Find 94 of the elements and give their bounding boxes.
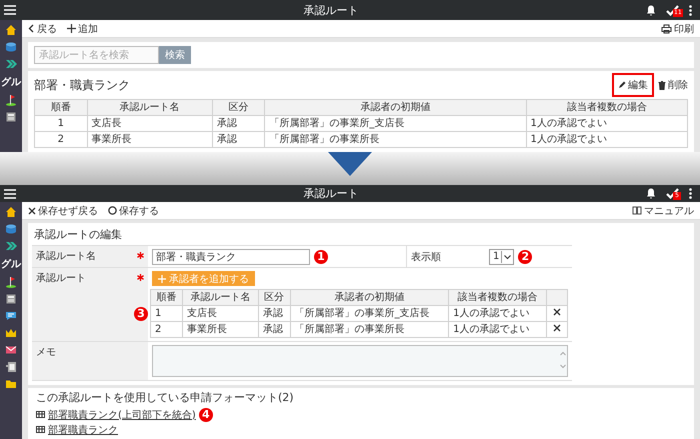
book-icon xyxy=(632,206,642,215)
document-icon[interactable] xyxy=(5,361,17,373)
home-icon[interactable] xyxy=(5,206,17,218)
more-icon[interactable] xyxy=(689,188,692,199)
table-cell: 支店長 xyxy=(87,116,212,132)
print-button[interactable]: 印刷 xyxy=(661,22,694,36)
column-header: 区分 xyxy=(212,100,265,116)
column-header: 順番 xyxy=(150,290,182,306)
edit-button[interactable]: 編集 xyxy=(612,73,654,97)
field-label: 承認ルート xyxy=(36,272,86,285)
column-header: 承認者の初期値 xyxy=(290,290,449,306)
printer-icon xyxy=(661,24,672,34)
calculator-icon[interactable] xyxy=(5,111,17,123)
menu-icon[interactable] xyxy=(4,188,16,198)
plus-icon xyxy=(67,24,76,33)
table-cell: 1人の承認でよい xyxy=(448,306,546,322)
table-cell: 2 xyxy=(150,322,182,338)
table-icon xyxy=(36,411,45,418)
trash-icon xyxy=(658,80,666,90)
page-title: 承認ルート xyxy=(302,186,360,201)
formats-heading: この承認ルートを使用している申請フォーマット(2) xyxy=(36,390,295,405)
format-link[interactable]: 部署職責ランク xyxy=(48,422,118,436)
table-cell: 承認 xyxy=(258,322,290,338)
menu-icon[interactable] xyxy=(4,5,16,15)
page-title: 承認ルート xyxy=(302,2,360,18)
field-label: メモ xyxy=(36,346,56,359)
callout-number: 1 xyxy=(314,250,328,264)
discard-button[interactable]: 保存せず戻る xyxy=(28,204,98,218)
route-name-field[interactable]: 部署・職責ランク xyxy=(152,248,310,264)
delete-button[interactable]: 削除 xyxy=(658,78,688,92)
more-icon[interactable] xyxy=(689,4,692,16)
column-header: 区分 xyxy=(258,290,290,306)
chat-icon[interactable] xyxy=(5,310,17,322)
home-icon[interactable] xyxy=(5,24,17,36)
pencil-icon xyxy=(618,81,626,89)
table-icon xyxy=(36,426,45,433)
table-cell: 支店長 xyxy=(182,306,258,322)
circle-icon xyxy=(108,206,117,215)
table-cell: 1人の承認でよい xyxy=(526,116,688,132)
column-header: 承認ルート名 xyxy=(182,290,258,306)
bell-icon[interactable] xyxy=(646,4,656,16)
close-icon xyxy=(28,206,36,214)
table-cell: 1人の承認でよい xyxy=(448,322,546,338)
table-cell: 「所属部署」の事業所_支店長 xyxy=(290,306,449,322)
memo-field[interactable] xyxy=(152,345,568,377)
column-header: 承認者の初期値 xyxy=(264,100,526,116)
table-cell: 1 xyxy=(34,116,88,132)
sidebar-label[interactable]: グル xyxy=(1,257,21,271)
format-link[interactable]: 部署職責ランク(上司部下を統合) xyxy=(48,408,196,422)
flag-icon[interactable] xyxy=(5,276,17,288)
column-header: 順番 xyxy=(34,100,88,116)
database-icon[interactable] xyxy=(5,223,17,235)
callout-number: 4 xyxy=(198,408,213,422)
table-cell: 「所属部署」の事業所_支店長 xyxy=(264,116,526,132)
table-cell: 2 xyxy=(34,132,88,148)
add-button[interactable]: 追加 xyxy=(67,22,98,36)
form-title: 承認ルートの編集 xyxy=(33,227,123,243)
folder-icon[interactable] xyxy=(5,378,17,390)
back-button[interactable]: 戻る xyxy=(28,22,57,36)
column-header: 該当者複数の場合 xyxy=(448,290,546,306)
order-select[interactable]: 1 xyxy=(489,248,514,264)
table-cell: 1人の承認でよい xyxy=(526,132,688,148)
manual-button[interactable]: マニュアル xyxy=(632,204,694,218)
flag-icon[interactable] xyxy=(5,94,17,106)
chevrons-icon[interactable] xyxy=(5,58,17,70)
field-label: 承認ルート名 xyxy=(36,250,96,263)
checkmark-icon[interactable] xyxy=(666,188,679,199)
table-cell: 承認 xyxy=(212,116,265,132)
caret-icon xyxy=(501,250,514,262)
database-icon[interactable] xyxy=(5,41,17,53)
crown-icon[interactable] xyxy=(5,327,17,339)
column-header: 承認ルート名 xyxy=(87,100,212,116)
mail-icon[interactable] xyxy=(5,344,17,356)
calculator-icon[interactable] xyxy=(5,293,17,305)
chevrons-icon[interactable] xyxy=(5,240,17,252)
table-cell: 事業所長 xyxy=(182,322,258,338)
table-cell: 「所属部署」の事業所長 xyxy=(290,322,449,338)
table-cell: 1 xyxy=(150,306,182,322)
column-header: 該当者複数の場合 xyxy=(526,100,688,116)
callout-number: 2 xyxy=(518,250,532,264)
table-cell: 事業所長 xyxy=(87,132,212,148)
delete-icon[interactable] xyxy=(553,308,561,316)
save-button[interactable]: 保存する xyxy=(108,204,159,218)
route-title: 部署・職責ランク xyxy=(34,76,131,94)
bell-icon[interactable] xyxy=(646,188,656,199)
plus-icon xyxy=(158,274,166,282)
delete-icon[interactable] xyxy=(553,324,561,332)
table-cell: 承認 xyxy=(258,306,290,322)
down-arrow-icon xyxy=(328,152,372,176)
chevron-left-icon xyxy=(28,24,35,33)
sidebar-label[interactable]: グル xyxy=(1,75,21,89)
field-label: 表示順 xyxy=(411,250,441,264)
table-cell: 「所属部署」の事業所長 xyxy=(264,132,526,148)
table-cell: 承認 xyxy=(212,132,265,148)
